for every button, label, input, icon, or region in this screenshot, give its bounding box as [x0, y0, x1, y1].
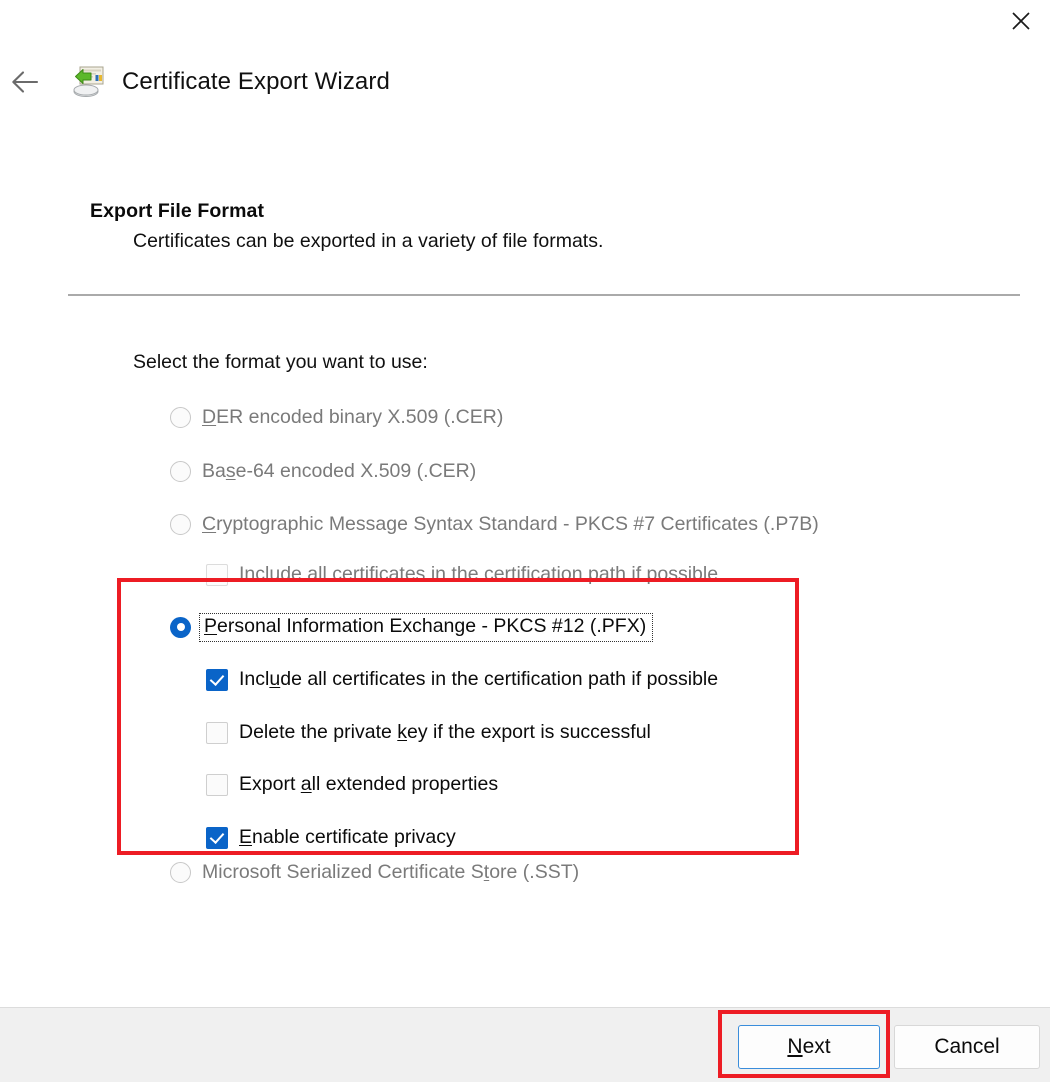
- checkbox-pfx-export-extended-icon[interactable]: [206, 774, 228, 796]
- option-label-pfx-include-all[interactable]: Include all certificates in the certific…: [239, 670, 718, 690]
- option-personal-information-exchange-pfx[interactable]: Personal Information Exchange - PKCS #12…: [170, 613, 654, 642]
- next-button-label: Next: [787, 1035, 831, 1058]
- radio-sst-icon: [170, 862, 191, 883]
- page-title: Export File Format: [90, 200, 265, 222]
- option-label-pfx-enable-privacy[interactable]: Enable certificate privacy: [239, 828, 456, 848]
- checkbox-pfx-include-all-icon[interactable]: [206, 669, 228, 691]
- option-pkcs7-include-all-certificates: Include all certificates in the certific…: [206, 564, 718, 586]
- header-divider: [68, 294, 1020, 296]
- option-base64-encoded: Base-64 encoded X.509 (.CER): [170, 461, 476, 482]
- option-label-sst: Microsoft Serialized Certificate Store (…: [202, 860, 580, 883]
- accel-underline: t: [483, 860, 490, 883]
- wizard-header: Certificate Export Wizard: [0, 46, 1050, 118]
- option-label-der: DER encoded binary X.509 (.CER): [202, 405, 504, 428]
- page-subtitle: Certificates can be exported in a variet…: [133, 230, 604, 252]
- wizard-body: Export File Format Certificates can be e…: [0, 118, 1050, 1007]
- option-label-pfx-delete-key[interactable]: Delete the private key if the export is …: [239, 723, 651, 743]
- accel-underline: u: [269, 668, 281, 691]
- checkbox-pfx-delete-key-icon[interactable]: [206, 722, 228, 744]
- option-der-encoded-binary: DER encoded binary X.509 (.CER): [170, 407, 503, 428]
- window-title: Certificate Export Wizard: [122, 68, 390, 95]
- accel-underline: P: [204, 615, 218, 637]
- accel-underline: s: [225, 459, 236, 482]
- option-pfx-export-extended-properties[interactable]: Export all extended properties: [206, 774, 498, 796]
- next-button[interactable]: Next: [738, 1025, 880, 1069]
- radio-der-icon: [170, 407, 191, 428]
- option-pfx-enable-certificate-privacy[interactable]: Enable certificate privacy: [206, 827, 456, 849]
- radio-pfx-icon[interactable]: [170, 616, 191, 638]
- option-label-base64: Base-64 encoded X.509 (.CER): [202, 459, 477, 482]
- close-button[interactable]: [992, 0, 1050, 42]
- cancel-button-label: Cancel: [934, 1035, 1000, 1058]
- option-label-pkcs7-include-all: Include all certificates in the certific…: [239, 563, 719, 586]
- wizard-footer: Next Cancel: [0, 1007, 1050, 1082]
- accel-underline: D: [202, 405, 217, 428]
- option-label-pfx[interactable]: Personal Information Exchange - PKCS #12…: [198, 613, 654, 642]
- option-pfx-include-all-certificates[interactable]: Include all certificates in the certific…: [206, 669, 718, 691]
- checkbox-pfx-enable-privacy-icon[interactable]: [206, 827, 228, 849]
- certificate-export-icon: [69, 64, 105, 100]
- option-pkcs7-certificates: Cryptographic Message Syntax Standard - …: [170, 514, 819, 535]
- cancel-button[interactable]: Cancel: [894, 1025, 1040, 1069]
- back-button[interactable]: [3, 60, 47, 104]
- format-prompt-label: Select the format you want to use:: [133, 351, 428, 373]
- back-arrow-icon: [12, 71, 39, 93]
- accel-underline: E: [239, 826, 253, 849]
- radio-base64-icon: [170, 461, 191, 482]
- option-pfx-delete-private-key[interactable]: Delete the private key if the export is …: [206, 722, 651, 744]
- title-bar: [0, 0, 1050, 46]
- accel-underline: a: [300, 773, 312, 796]
- checkbox-pkcs7-include-all-icon: [206, 564, 228, 586]
- accel-underline: N: [787, 1035, 803, 1058]
- close-icon: [1012, 12, 1030, 30]
- accel-underline: k: [397, 721, 408, 744]
- radio-pkcs7-icon: [170, 514, 191, 535]
- option-microsoft-serialized-certificate-store: Microsoft Serialized Certificate Store (…: [170, 862, 579, 883]
- accel-underline: C: [202, 512, 217, 535]
- option-label-pkcs7: Cryptographic Message Syntax Standard - …: [202, 512, 819, 535]
- option-label-pfx-export-extended[interactable]: Export all extended properties: [239, 775, 498, 795]
